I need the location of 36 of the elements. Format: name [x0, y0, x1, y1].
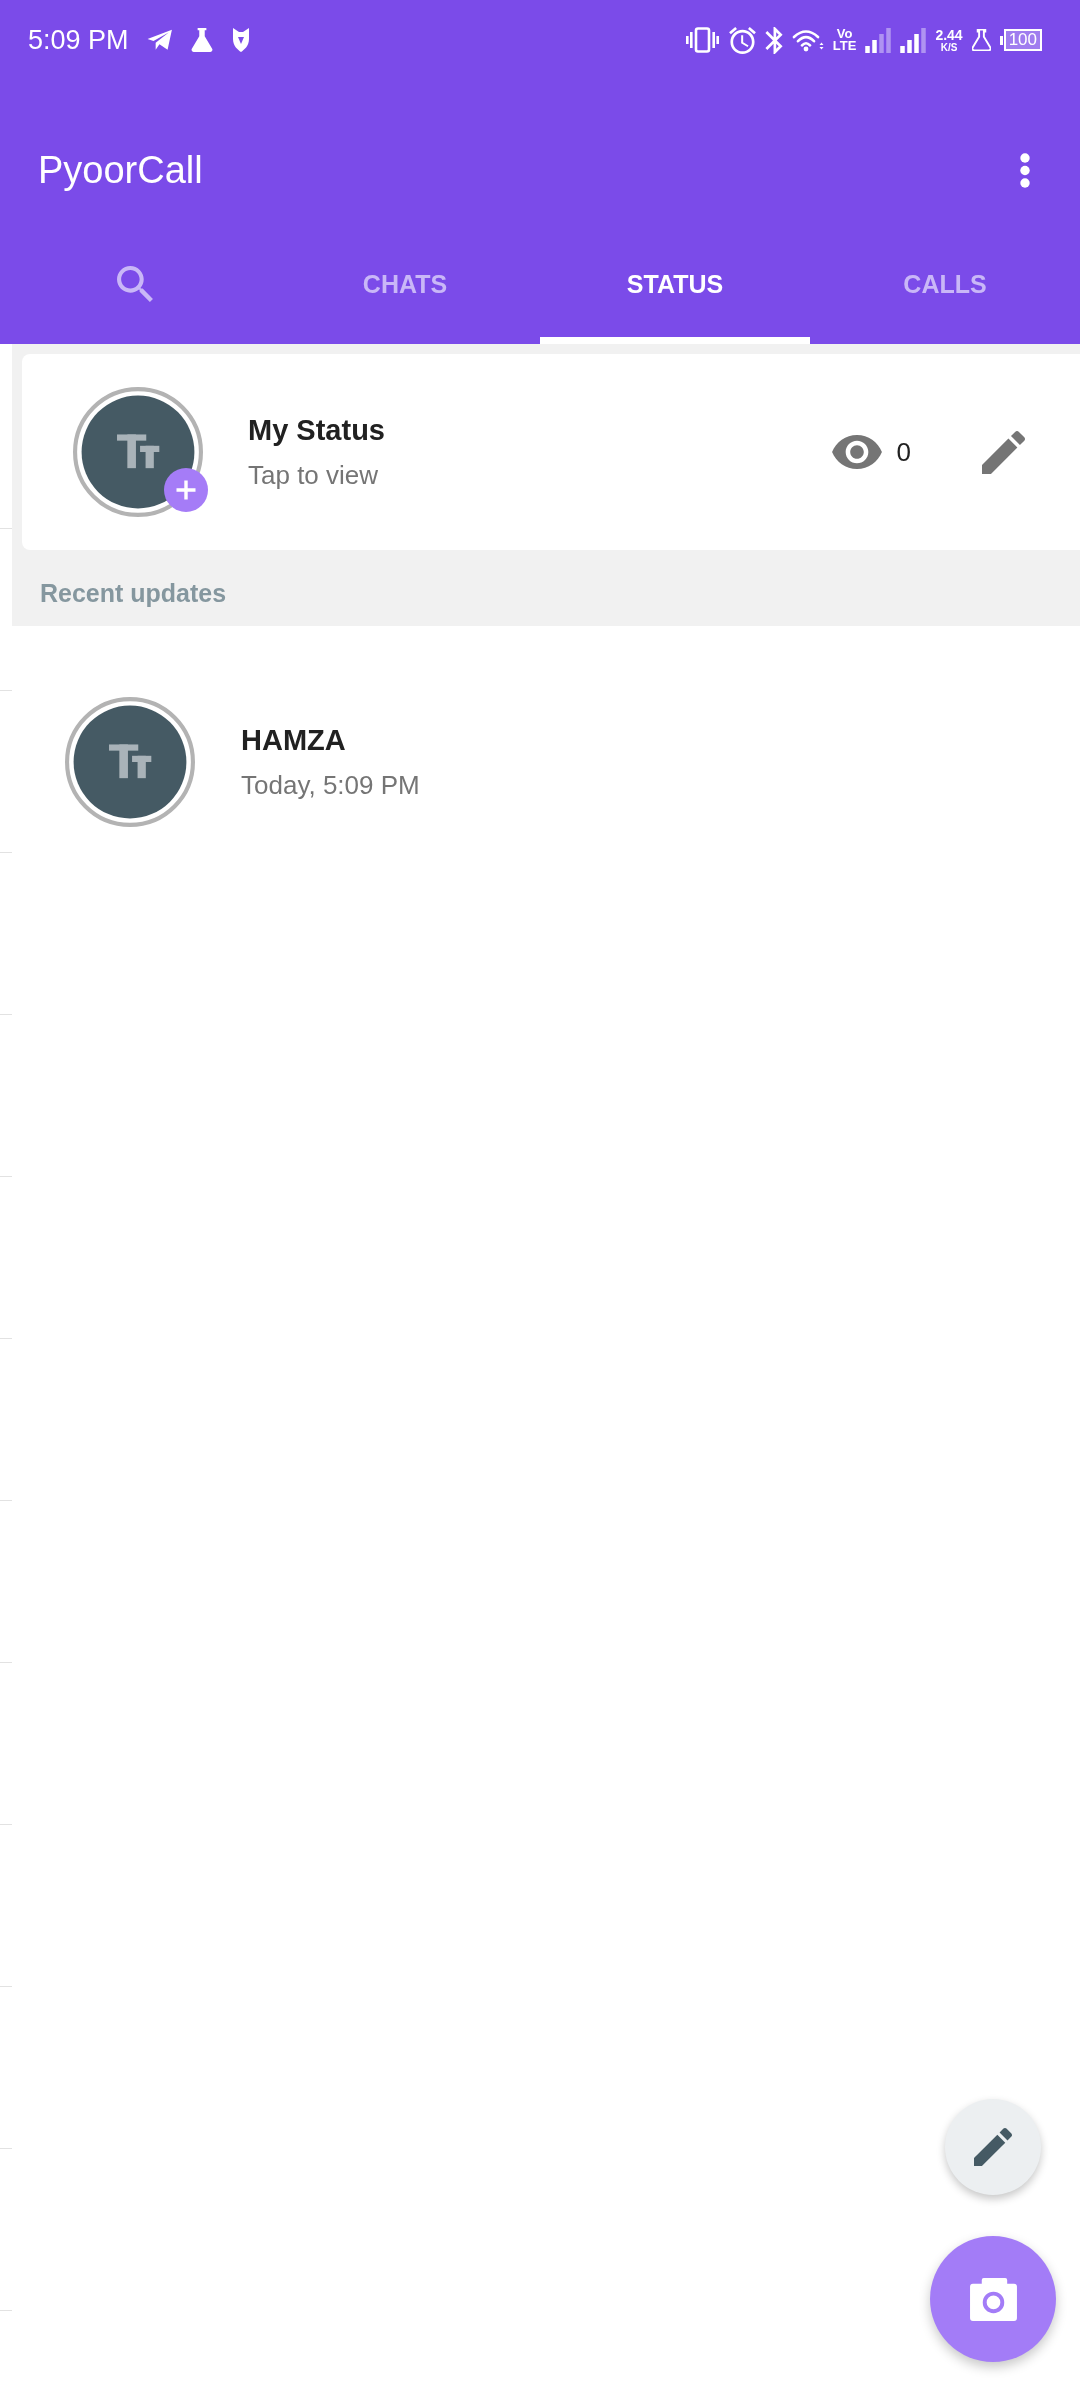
status-subtitle: Tap to view — [248, 458, 379, 492]
section-header: Recent updates — [39, 577, 228, 609]
tab[interactable]: CHATS — [270, 240, 540, 344]
flask-icon — [971, 29, 991, 51]
clock-time: 5:09 PM — [28, 24, 129, 56]
network-type-label: Vo LTE — [832, 28, 857, 52]
contact-name: HAMZA — [241, 722, 346, 757]
tab[interactable]: CALLS — [810, 240, 1080, 344]
data-speed-label: 2.44 — [935, 27, 963, 42]
flask-icon — [190, 28, 213, 52]
bluetooth-icon — [764, 26, 783, 54]
camera-icon — [969, 2277, 1017, 2321]
battery-indicator: 100 — [999, 29, 1042, 51]
wifi-icon — [791, 28, 824, 52]
eye-icon — [831, 435, 882, 469]
signal-icon — [900, 27, 927, 53]
search-icon — [116, 266, 154, 303]
edit-status-button[interactable] — [982, 430, 1025, 474]
update-time: Today, 5:09 PM — [241, 768, 420, 802]
signal-icon — [865, 27, 892, 53]
view-count: 0 — [896, 436, 911, 468]
shield-icon — [230, 27, 251, 53]
add-icon — [164, 468, 208, 512]
more-options-button[interactable] — [1020, 152, 1030, 188]
new-text-status-button[interactable] — [945, 2099, 1041, 2195]
pencil-icon — [982, 430, 1025, 474]
vibrate-icon — [684, 27, 720, 53]
pencil-icon — [974, 2128, 1012, 2166]
status-name: My Status — [248, 412, 385, 447]
paper-plane-icon — [146, 29, 173, 51]
app-title: PyoorCall — [38, 148, 203, 192]
camera-button[interactable] — [930, 2236, 1056, 2362]
more-icon — [1020, 152, 1030, 188]
my-status-card[interactable]: My Status Tap to view 0 — [22, 354, 1080, 550]
speed-unit-label: K/S — [940, 41, 958, 53]
alarm-clock-icon — [728, 26, 756, 54]
